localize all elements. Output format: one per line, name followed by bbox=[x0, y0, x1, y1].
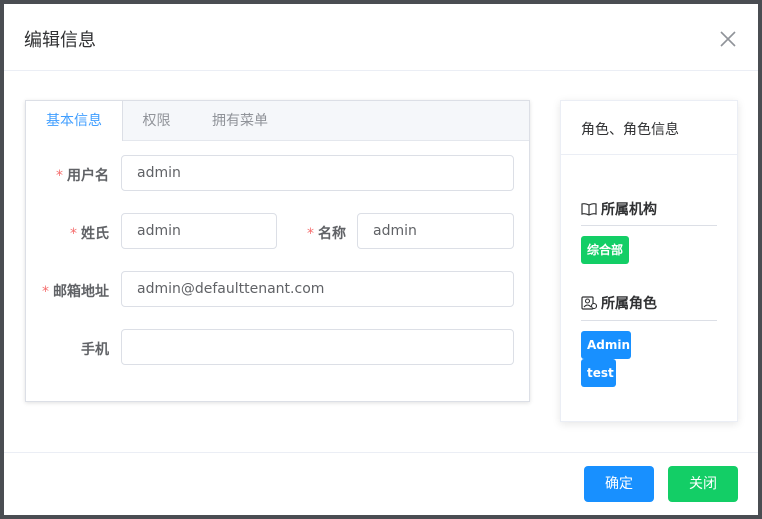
role-card-title: 角色、角色信息 bbox=[581, 122, 679, 138]
required-mark: * bbox=[70, 226, 77, 242]
email-input[interactable] bbox=[121, 271, 514, 307]
divider bbox=[581, 225, 717, 226]
dialog-title: 编辑信息 bbox=[24, 30, 96, 51]
phone-input[interactable] bbox=[121, 329, 514, 365]
username-label: * 用户名 bbox=[26, 165, 109, 185]
email-label: * 邮箱地址 bbox=[26, 281, 109, 301]
divider bbox=[581, 320, 717, 321]
tab-basic-info[interactable]: 基本信息 bbox=[26, 101, 123, 141]
confirm-button[interactable]: 确定 bbox=[584, 466, 654, 502]
tab-bar: 基本信息 权限 拥有菜单 bbox=[26, 101, 529, 141]
role-info-card: 角色、角色信息 所属机构 综合部 所属角色 Admin test bbox=[560, 100, 738, 422]
book-icon bbox=[581, 203, 597, 216]
dialog-header: 编辑信息 bbox=[4, 4, 758, 71]
close-button[interactable]: 关闭 bbox=[668, 466, 738, 502]
surname-input[interactable] bbox=[121, 213, 277, 249]
tab-owned-menus[interactable]: 拥有菜单 bbox=[190, 101, 290, 140]
role-tag: Admin bbox=[581, 331, 631, 359]
role-section-title-text: 所属角色 bbox=[601, 296, 657, 312]
email-label-text: 邮箱地址 bbox=[53, 284, 109, 300]
role-section-title: 所属角色 bbox=[581, 293, 657, 313]
name-label: * 名称 bbox=[288, 223, 346, 243]
phone-label: 手机 bbox=[81, 342, 109, 358]
user-card-icon bbox=[581, 296, 597, 310]
name-label-text: 名称 bbox=[318, 226, 346, 242]
role-card-header: 角色、角色信息 bbox=[561, 101, 737, 155]
org-section-title: 所属机构 bbox=[581, 199, 657, 219]
surname-label-text: 姓氏 bbox=[81, 226, 109, 242]
name-input[interactable] bbox=[357, 213, 514, 249]
required-mark: * bbox=[307, 226, 314, 242]
org-section-title-text: 所属机构 bbox=[601, 202, 657, 218]
org-tag: 综合部 bbox=[581, 236, 630, 264]
edit-dialog: 编辑信息 基本信息 权限 拥有菜单 *用户名 *姓氏 *名称 *邮箱地址 bbox=[4, 4, 758, 515]
close-icon[interactable] bbox=[718, 29, 738, 49]
required-mark: * bbox=[42, 284, 49, 300]
role-tag: test bbox=[581, 359, 616, 387]
tab-permissions[interactable]: 权限 bbox=[123, 101, 190, 140]
surname-label: * 姓氏 bbox=[26, 223, 109, 243]
required-mark: * bbox=[56, 168, 63, 184]
username-input[interactable] bbox=[121, 155, 514, 191]
username-label-text: 用户名 bbox=[67, 168, 109, 184]
info-tabs-card: 基本信息 权限 拥有菜单 *用户名 *姓氏 *名称 *邮箱地址 手机 bbox=[25, 100, 530, 402]
